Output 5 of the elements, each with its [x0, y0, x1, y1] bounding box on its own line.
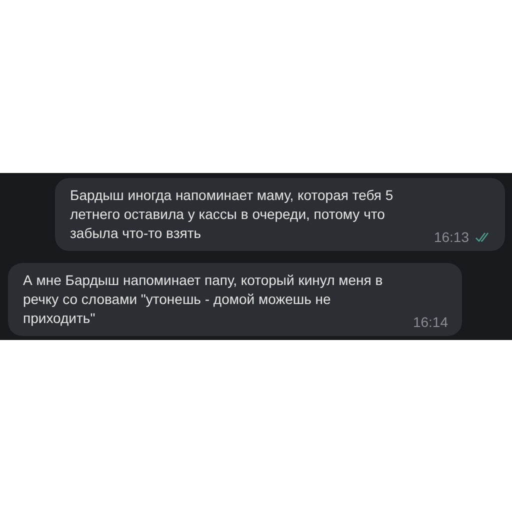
double-check-icon: [475, 232, 491, 242]
message-time: 16:14: [412, 314, 448, 330]
message-time: 16:13: [434, 228, 469, 244]
message-text: Бардыш иногда напоминает маму, которая тебя 5 летнего оставила у кассы в очереди, потому что забыла что-то взять: [70, 186, 394, 242]
message-text: А мне Бардыш напоминает папу, который кинул меня в речку со словами "утонешь - домой можешь не приходить": [23, 270, 384, 328]
